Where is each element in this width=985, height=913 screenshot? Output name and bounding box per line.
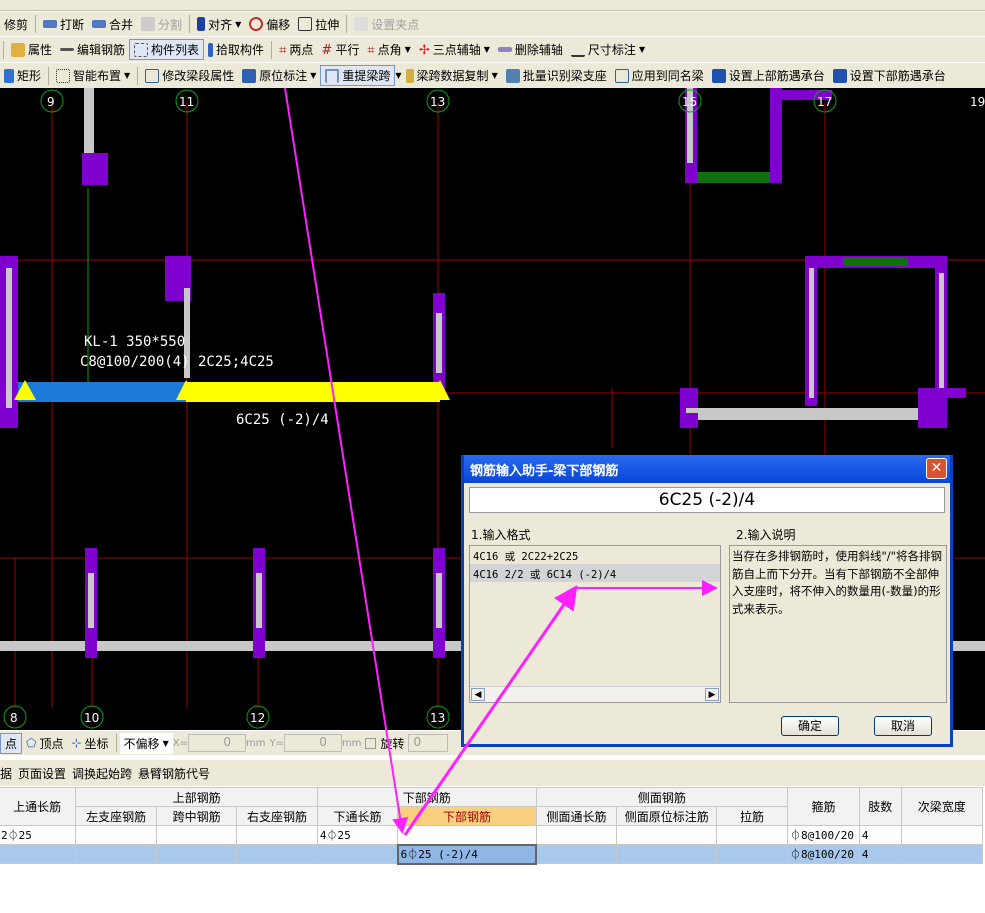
annotation-arrows: [284, 87, 718, 836]
